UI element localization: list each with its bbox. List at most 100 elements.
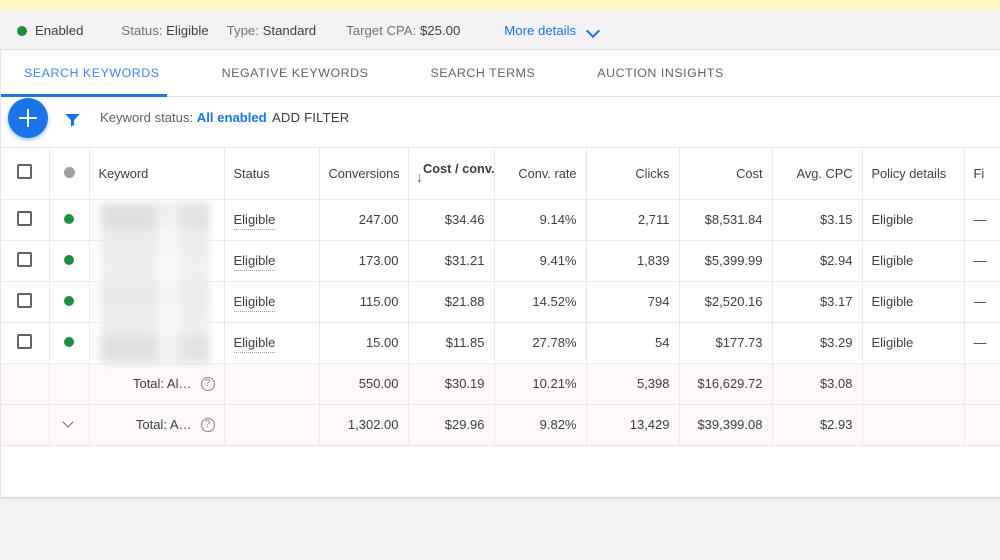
cell-conversions: 173.00 <box>319 240 409 282</box>
cell-clicks: 54 <box>586 322 680 364</box>
row-status-dot-cell <box>49 240 90 282</box>
top-notification-strip <box>0 0 1000 11</box>
cell-cost-per-conv: $11.85 <box>408 322 495 364</box>
totals-label-cell: Total: A… ? <box>89 404 225 446</box>
campaign-status: Status: Eligible <box>121 23 208 38</box>
more-details-button[interactable]: More details <box>504 23 600 38</box>
cell-policy-details: Eligible <box>862 199 965 241</box>
totals-cost-per-conv: $30.19 <box>408 363 495 405</box>
campaign-type: Type: Standard <box>227 23 316 38</box>
tab-search-keywords[interactable]: SEARCH KEYWORDS <box>24 50 160 96</box>
totals-label: Total: Al… <box>132 376 192 391</box>
column-header-clicks[interactable]: Clicks <box>586 148 680 200</box>
column-header-cost[interactable]: Cost <box>679 148 773 200</box>
column-header-conv-rate[interactable]: Conv. rate <box>494 148 587 200</box>
cell-status: Eligible <box>224 199 320 241</box>
content-card: SEARCH KEYWORDS NEGATIVE KEYWORDS SEARCH… <box>0 50 1000 497</box>
cell-keyword[interactable] <box>89 199 225 241</box>
cell-keyword[interactable] <box>89 240 225 282</box>
status-dot-icon <box>63 166 75 178</box>
totals-conversions: 1,302.00 <box>319 404 409 446</box>
help-icon[interactable]: ? <box>200 376 215 391</box>
table-header: Keyword Status Conversions ↓ Cost / conv… <box>1 148 1000 200</box>
column-header-avg-cpc[interactable]: Avg. CPC <box>772 148 863 200</box>
cell-conversions: 247.00 <box>319 199 409 241</box>
cell-avg-cpc: $2.94 <box>772 240 863 282</box>
totals-clicks: 13,429 <box>586 404 680 446</box>
cell-final-url: — <box>964 322 1000 364</box>
cell-cost-per-conv: $21.88 <box>408 281 495 323</box>
cell-status: Eligible <box>224 281 320 323</box>
filter-prefix: Keyword status: <box>100 110 194 125</box>
row-select-cell <box>1 240 50 282</box>
cell-clicks: 1,839 <box>586 240 680 282</box>
cell-cost-per-conv: $31.21 <box>408 240 495 282</box>
row-checkbox[interactable] <box>17 210 33 226</box>
column-header-cost-per-conv-label: Cost / conv. <box>423 161 494 177</box>
cell-conv-rate: 9.41% <box>494 240 587 282</box>
tab-search-terms[interactable]: SEARCH TERMS <box>430 50 535 96</box>
totals-status-cell <box>224 404 320 446</box>
column-header-cost-per-conv[interactable]: ↓ Cost / conv. <box>408 148 495 200</box>
table-row[interactable]: Eligible 247.00 $34.46 9.14% 2,711 $8,53… <box>1 199 1000 241</box>
tab-label: SEARCH TERMS <box>430 66 536 80</box>
cell-cost-per-conv: $34.46 <box>408 199 495 241</box>
totals-conversions: 550.00 <box>319 363 409 405</box>
filter-toolbar: Keyword status: All enabled ADD FILTER <box>1 97 1000 148</box>
column-header-policy-details[interactable]: Policy details <box>862 148 965 200</box>
row-checkbox[interactable] <box>17 251 33 267</box>
target-cpa-label: Target CPA: <box>346 22 417 38</box>
cell-final-url: — <box>964 240 1000 282</box>
add-filter-button[interactable]: ADD FILTER <box>272 110 349 125</box>
totals-cost: $16,629.72 <box>679 363 773 405</box>
cell-policy-details: Eligible <box>862 240 965 282</box>
target-cpa-value: $25.00 <box>419 22 461 38</box>
cell-clicks: 794 <box>586 281 680 323</box>
cell-final-url: — <box>964 281 1000 323</box>
app-root: Enabled Status: Eligible Type: Standard … <box>0 0 1000 560</box>
table-row[interactable]: Eligible 115.00 $21.88 14.52% 794 $2,520… <box>1 281 1000 323</box>
cell-keyword[interactable] <box>89 322 225 364</box>
totals-spacer-cell <box>1 404 50 446</box>
column-header-keyword[interactable]: Keyword <box>89 148 225 200</box>
cell-avg-cpc: $3.17 <box>772 281 863 323</box>
totals-conv-rate: 9.82% <box>494 404 587 446</box>
chevron-down-icon[interactable] <box>63 417 75 429</box>
table-row[interactable]: Eligible 173.00 $31.21 9.41% 1,839 $5,39… <box>1 240 1000 282</box>
row-status-dot-cell <box>49 322 90 364</box>
row-checkbox[interactable] <box>17 292 33 308</box>
column-header-conversions[interactable]: Conversions <box>319 148 409 200</box>
select-all-header <box>1 148 50 200</box>
cell-status: Eligible <box>224 322 320 364</box>
totals-final-url <box>964 363 1000 405</box>
table-row[interactable]: Eligible 15.00 $11.85 27.78% 54 $177.73 … <box>1 322 1000 364</box>
cell-avg-cpc: $3.15 <box>772 199 863 241</box>
status-badge[interactable]: Eligible <box>233 335 276 353</box>
tab-auction-insights[interactable]: AUCTION INSIGHTS <box>597 50 724 96</box>
column-header-status[interactable]: Status <box>224 148 320 200</box>
totals-avg-cpc: $3.08 <box>772 363 863 405</box>
keyword-status-filter-chip[interactable]: Keyword status: All enabled <box>100 110 267 125</box>
cell-clicks: 2,711 <box>586 199 680 241</box>
status-badge[interactable]: Eligible <box>233 212 276 230</box>
type-value: Standard <box>262 22 317 38</box>
tab-negative-keywords[interactable]: NEGATIVE KEYWORDS <box>222 50 369 96</box>
enabled-status-dot <box>64 337 74 347</box>
more-details-label: More details <box>504 22 577 38</box>
row-checkbox[interactable] <box>17 333 33 349</box>
select-all-checkbox[interactable] <box>17 164 33 180</box>
status-badge[interactable]: Eligible <box>233 253 276 271</box>
column-header-final-url[interactable]: Fi <box>964 148 1000 200</box>
help-icon[interactable]: ? <box>200 417 215 432</box>
funnel-icon[interactable] <box>63 110 82 134</box>
cell-conversions: 115.00 <box>319 281 409 323</box>
row-status-dot-cell <box>49 199 90 241</box>
cell-keyword[interactable] <box>89 281 225 323</box>
status-badge[interactable]: Eligible <box>233 294 276 312</box>
tab-label: AUCTION INSIGHTS <box>597 66 724 80</box>
cell-cost: $5,399.99 <box>679 240 773 282</box>
cell-conv-rate: 14.52% <box>494 281 587 323</box>
add-keyword-button[interactable] <box>8 98 48 138</box>
campaign-state-label: Enabled <box>35 22 84 38</box>
row-select-cell <box>1 199 50 241</box>
